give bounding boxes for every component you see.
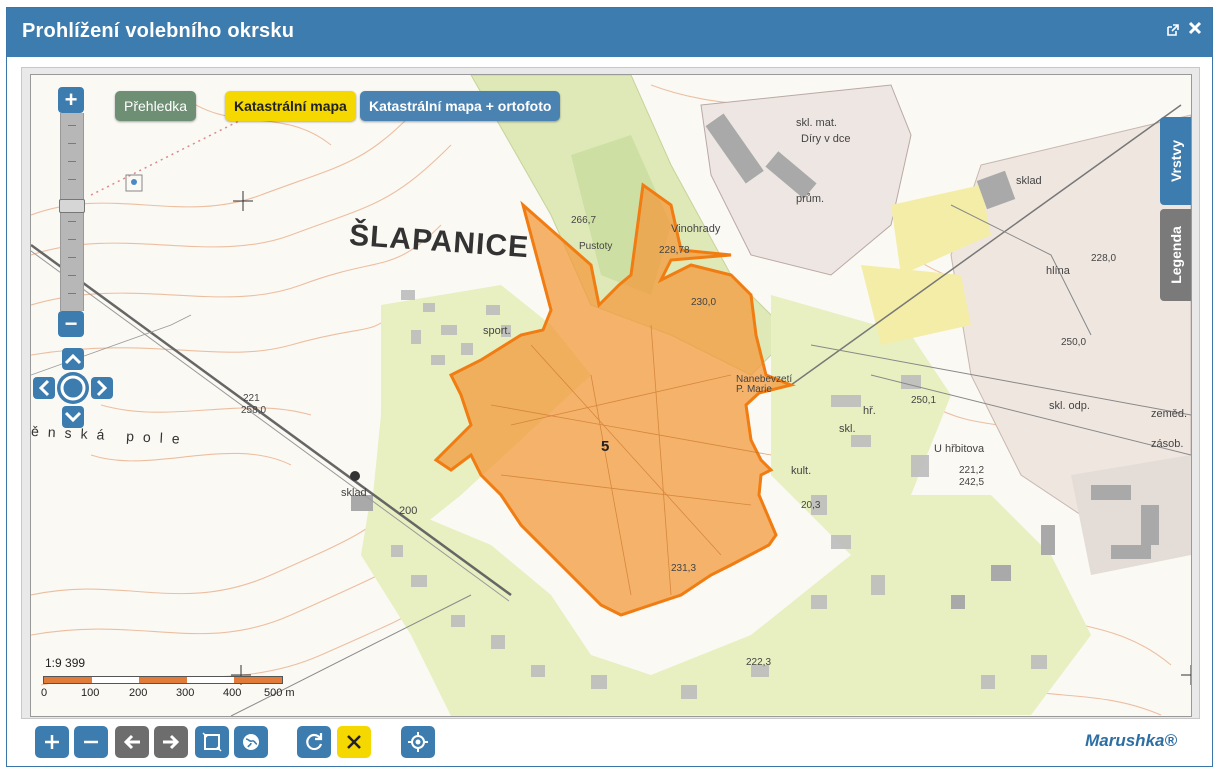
scale-ratio: 1:9 399	[45, 656, 86, 670]
zoom-slider-thumb[interactable]	[59, 199, 85, 213]
pan-center-icon[interactable]	[57, 372, 89, 404]
plus-icon	[45, 735, 59, 749]
clear-button[interactable]	[337, 726, 371, 758]
refresh-icon	[306, 733, 323, 751]
zoom-extent-button[interactable]	[195, 726, 229, 758]
map-canvas[interactable]: ŠLAPANICE 5 skl. mat. Díry v dce sklad p…	[30, 74, 1192, 717]
popout-icon[interactable]	[1166, 23, 1179, 43]
map-label: sklad	[1016, 175, 1042, 187]
map-label: kult.	[791, 465, 812, 477]
brand-logo: Marushka®	[1085, 731, 1177, 750]
pan-left-icon[interactable]	[33, 377, 55, 399]
map-label: 228,0	[1091, 253, 1117, 264]
district-number: 5	[601, 438, 610, 455]
map-label: Nanebevzetí P. Marie	[736, 374, 793, 395]
scale-bar-graphic	[43, 676, 283, 684]
map-label: hlína	[1046, 265, 1070, 277]
map-label: Pustoty	[579, 241, 613, 252]
zoom-slider-track[interactable]	[59, 113, 85, 311]
map-label: zásob.	[1151, 438, 1184, 450]
map-label: 221,2	[959, 465, 985, 476]
map-label: 222,3	[746, 657, 772, 668]
map-label: hř.	[863, 405, 876, 417]
close-icon[interactable]	[1188, 21, 1202, 41]
scale-tick: 300	[176, 687, 195, 699]
map-label: skl.	[839, 423, 856, 435]
dialog-window: Prohlížení volebního okrsku ŠLAPANICE 5 …	[6, 7, 1213, 767]
map-label: skl. mat.	[796, 117, 837, 129]
locate-button[interactable]	[401, 726, 435, 758]
globe-button[interactable]	[234, 726, 268, 758]
tab-legend[interactable]: Legenda	[1160, 209, 1191, 301]
map-label: Díry v dce	[801, 133, 851, 145]
scale-bar: 1:9 399 0 100 200 300 400 500 m	[41, 656, 311, 706]
map-label: sport.	[483, 325, 511, 337]
map-label: 230,0	[691, 297, 717, 308]
pan-right-icon[interactable]	[91, 377, 113, 399]
map-zoom-in-button[interactable]: +	[58, 87, 84, 113]
cadastral-map-button[interactable]: Katastrální mapa	[225, 91, 356, 121]
map-label: 231,3	[671, 563, 697, 574]
overview-map-button[interactable]: Přehledka	[115, 91, 197, 121]
map-label: 221	[243, 393, 260, 404]
arrow-right-icon	[163, 734, 180, 750]
globe-icon	[243, 734, 259, 750]
back-button[interactable]	[115, 726, 149, 758]
map-label: 250,1	[911, 395, 937, 406]
scale-tick: 0	[41, 687, 48, 699]
crosshair-icon	[408, 732, 428, 752]
map-frame: ŠLAPANICE 5 skl. mat. Díry v dce sklad p…	[21, 67, 1200, 719]
map-label: Vinohrady	[671, 223, 721, 235]
scale-tick: 500 m	[264, 687, 295, 699]
tab-layers[interactable]: Vrstvy	[1160, 117, 1191, 205]
map-label: 200	[399, 505, 418, 517]
map-label: U hřbitova	[934, 443, 985, 455]
map-label: 258,0	[241, 405, 267, 416]
close-x-icon	[347, 735, 361, 749]
map-label: 228,78	[659, 245, 690, 256]
title-bar: Prohlížení volebního okrsku	[7, 8, 1212, 57]
zoom-in-button[interactable]	[35, 726, 69, 758]
map-label: 250,0	[1061, 337, 1087, 348]
pan-control	[33, 348, 113, 428]
map-label: zeměd.	[1151, 408, 1188, 420]
cadastral-ortho-button[interactable]: Katastrální mapa + ortofoto	[360, 91, 561, 121]
minus-icon	[84, 740, 98, 744]
window-title: Prohlížení volebního okrsku	[22, 20, 295, 42]
map-label: 242,5	[959, 477, 985, 488]
map-label: 20,3	[801, 500, 821, 511]
pan-up-icon[interactable]	[62, 348, 84, 370]
zoom-control: + −	[58, 87, 85, 337]
pan-down-icon[interactable]	[62, 406, 84, 428]
frame-icon	[202, 732, 222, 752]
arrow-left-icon	[123, 734, 140, 750]
refresh-button[interactable]	[297, 726, 331, 758]
scale-tick: 200	[129, 687, 148, 699]
map-zoom-out-button[interactable]: −	[58, 311, 84, 337]
scale-tick: 100	[81, 687, 100, 699]
map-label: 266,7	[571, 215, 597, 226]
zoom-out-button[interactable]	[74, 726, 108, 758]
map-label: skl. odp.	[1049, 400, 1090, 412]
map-label: sklad	[341, 487, 367, 499]
map-graphic	[31, 75, 1191, 716]
scale-tick: 400	[223, 687, 242, 699]
map-label: prům.	[796, 193, 825, 205]
forward-button[interactable]	[154, 726, 188, 758]
